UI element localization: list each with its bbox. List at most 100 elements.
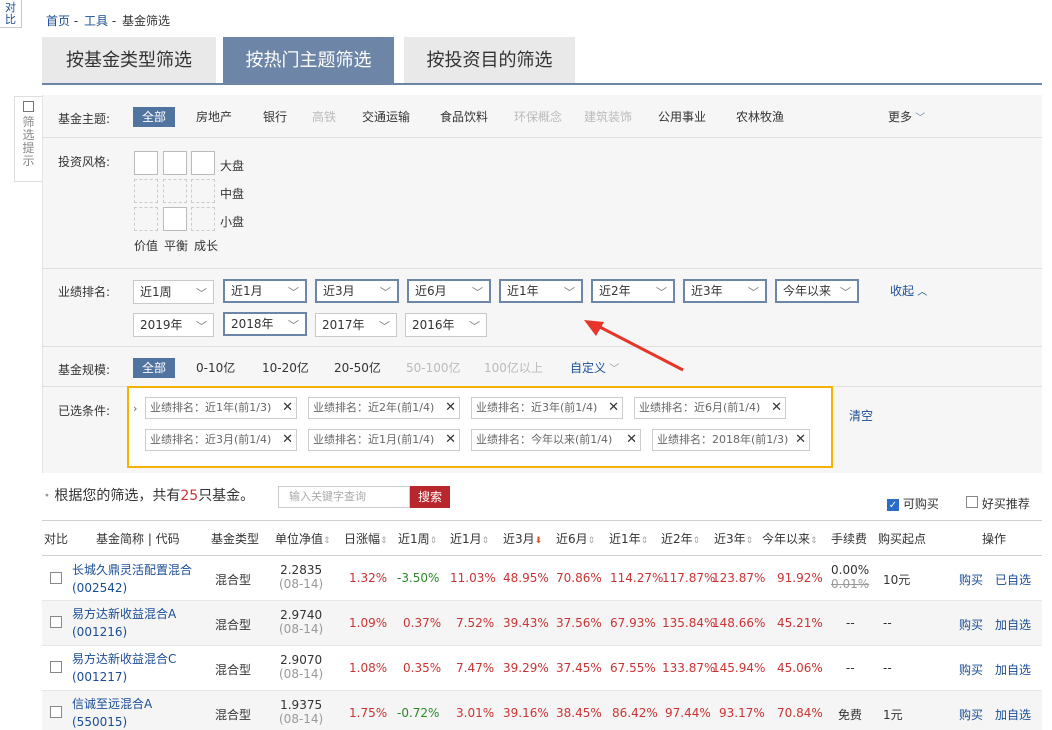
watchlist-link[interactable]: 加自选 bbox=[995, 616, 1031, 633]
theme-more-button[interactable]: 更多 ﹀ bbox=[888, 107, 925, 127]
checkbox-checked-icon[interactable]: ✓ bbox=[887, 499, 899, 511]
theme-option-utilities[interactable]: 公用事业 bbox=[658, 107, 706, 127]
tab-investment-goal[interactable]: 按投资目的筛选 bbox=[404, 37, 575, 84]
clear-conditions-link[interactable]: 清空 bbox=[849, 407, 873, 424]
theme-option-transport[interactable]: 交通运输 bbox=[362, 107, 410, 127]
fund-name[interactable]: 长城久鼎灵活配置混合 bbox=[72, 563, 192, 577]
fund-name-link[interactable]: 信诚至远混合A (550015) bbox=[72, 695, 192, 730]
year-select-2019[interactable]: 2019年 ﹀ bbox=[133, 313, 214, 337]
th-1w[interactable]: 近1周⇕ bbox=[398, 530, 437, 547]
theme-option-food-beverage[interactable]: 食品饮料 bbox=[440, 107, 488, 127]
year-select-2016[interactable]: 2016年 ﹀ bbox=[405, 313, 487, 337]
style-cell-balance-mid[interactable] bbox=[163, 179, 187, 203]
th-3y[interactable]: 近3年⇕ bbox=[714, 530, 753, 547]
theme-option-agriculture[interactable]: 农林牧渔 bbox=[736, 107, 784, 127]
style-cell-value-mid[interactable] bbox=[134, 179, 158, 203]
buy-link[interactable]: 购买 bbox=[959, 661, 983, 678]
buy-link[interactable]: 购买 bbox=[959, 706, 983, 723]
style-cell-growth-mid[interactable] bbox=[191, 179, 215, 203]
close-icon[interactable]: ✕ bbox=[282, 433, 293, 447]
rank-select-6m[interactable]: 近6月 ﹀ bbox=[407, 279, 491, 303]
buy-link[interactable]: 购买 bbox=[959, 616, 983, 633]
rank-select-3y[interactable]: 近3年 ﹀ bbox=[683, 279, 767, 303]
th-1m[interactable]: 近1月⇕ bbox=[450, 530, 489, 547]
can-buy-filter[interactable]: ✓ 可购买 bbox=[887, 495, 939, 512]
style-cell-balance-small[interactable] bbox=[163, 207, 187, 231]
breadcrumb-home[interactable]: 首页 bbox=[46, 14, 70, 28]
search-input[interactable]: 输入关键字查询 bbox=[278, 486, 410, 508]
year-select-2018[interactable]: 2018年 ﹀ bbox=[223, 312, 307, 336]
watchlist-link[interactable]: 加自选 bbox=[995, 706, 1031, 723]
rank-collapse-button[interactable]: 收起 ︿ bbox=[890, 281, 927, 301]
rank-select-ytd[interactable]: 今年以来 ﹀ bbox=[775, 279, 859, 303]
scale-option-100plus[interactable]: 100亿以上 bbox=[484, 358, 543, 378]
th-nav[interactable]: 单位净值⇕ bbox=[275, 530, 331, 547]
tab-hot-theme[interactable]: 按热门主题筛选 bbox=[223, 37, 394, 84]
filter-hint-checkbox[interactable] bbox=[23, 101, 34, 112]
style-cell-value-large[interactable] bbox=[134, 151, 158, 175]
close-icon[interactable]: ✕ bbox=[445, 401, 456, 415]
rank-select-1w[interactable]: 近1周 ﹀ bbox=[133, 280, 214, 304]
close-icon[interactable]: ✕ bbox=[626, 433, 637, 447]
theme-option-highspeed-rail[interactable]: 高铁 bbox=[312, 107, 336, 127]
condition-tag-label: 业绩排名：2018年(前1/3) bbox=[657, 433, 789, 446]
sort-icon: ⇕ bbox=[380, 536, 388, 546]
close-icon[interactable]: ✕ bbox=[795, 433, 806, 447]
rank-select-2y[interactable]: 近2年 ﹀ bbox=[591, 279, 675, 303]
scale-option-10-20[interactable]: 10-20亿 bbox=[262, 358, 309, 378]
rank-select-1m[interactable]: 近1月 ﹀ bbox=[223, 279, 307, 303]
th-2y[interactable]: 近2年⇕ bbox=[661, 530, 700, 547]
rank-select-3m[interactable]: 近3月 ﹀ bbox=[315, 279, 399, 303]
cell-1y: 67.55% bbox=[610, 661, 656, 675]
cell-3y: 123.87% bbox=[712, 571, 766, 585]
watchlist-link[interactable]: 已自选 bbox=[995, 571, 1031, 588]
theme-option-environmental[interactable]: 环保概念 bbox=[514, 107, 562, 127]
compare-checkbox[interactable] bbox=[50, 616, 62, 628]
th-3m[interactable]: 近3月⬇ bbox=[503, 530, 542, 547]
theme-option-construction[interactable]: 建筑装饰 bbox=[584, 107, 632, 127]
rank-select-1y[interactable]: 近1年 ﹀ bbox=[499, 279, 583, 303]
buy-link[interactable]: 购买 bbox=[959, 571, 983, 588]
scale-custom-button[interactable]: 自定义 ﹀ bbox=[570, 358, 619, 378]
fund-name-link[interactable]: 长城久鼎灵活配置混合 (002542) bbox=[72, 561, 192, 597]
recommend-filter[interactable]: 好买推荐 bbox=[966, 495, 1030, 512]
fund-name[interactable]: 易方达新收益混合A bbox=[72, 607, 176, 621]
fund-name[interactable]: 易方达新收益混合C bbox=[72, 652, 176, 666]
style-cell-growth-large[interactable] bbox=[191, 151, 215, 175]
year-select-2017[interactable]: 2017年 ﹀ bbox=[315, 313, 397, 337]
th-ytd[interactable]: 今年以来⇕ bbox=[762, 530, 818, 547]
scale-option-20-50[interactable]: 20-50亿 bbox=[334, 358, 381, 378]
checkbox-icon[interactable] bbox=[966, 496, 978, 508]
compare-checkbox[interactable] bbox=[50, 572, 62, 584]
scale-option-0-10[interactable]: 0-10亿 bbox=[196, 358, 235, 378]
compare-side-tab[interactable]: 对比 bbox=[0, 0, 22, 28]
compare-checkbox[interactable] bbox=[50, 706, 62, 718]
style-cell-balance-large[interactable] bbox=[163, 151, 187, 175]
search-button[interactable]: 搜索 bbox=[410, 486, 450, 508]
theme-option-realestate[interactable]: 房地产 bbox=[196, 107, 232, 127]
style-cell-value-small[interactable] bbox=[134, 207, 158, 231]
theme-option-all[interactable]: 全部 bbox=[133, 107, 176, 127]
filter-hint-toggle[interactable]: 筛选提示 bbox=[14, 96, 42, 182]
fund-code: (001217) bbox=[72, 670, 128, 684]
theme-option-bank[interactable]: 银行 bbox=[263, 107, 287, 127]
close-icon[interactable]: ✕ bbox=[771, 401, 782, 415]
compare-checkbox[interactable] bbox=[50, 661, 62, 673]
sort-icon: ⇕ bbox=[323, 536, 331, 546]
scale-option-all[interactable]: 全部 bbox=[133, 358, 176, 378]
th-day[interactable]: 日涨幅⇕ bbox=[344, 530, 388, 547]
breadcrumb-tools[interactable]: 工具 bbox=[84, 14, 108, 28]
scale-option-50-100[interactable]: 50-100亿 bbox=[406, 358, 461, 378]
close-icon[interactable]: ✕ bbox=[282, 401, 293, 415]
close-icon[interactable]: ✕ bbox=[608, 401, 619, 415]
style-cell-growth-small[interactable] bbox=[191, 207, 215, 231]
th-1y[interactable]: 近1年⇕ bbox=[609, 530, 648, 547]
condition-tag: 业绩排名：2018年(前1/3) ✕ bbox=[652, 429, 810, 451]
watchlist-link[interactable]: 加自选 bbox=[995, 661, 1031, 678]
tab-fund-type[interactable]: 按基金类型筛选 bbox=[42, 37, 216, 84]
fund-name-link[interactable]: 易方达新收益混合C (001217) bbox=[72, 650, 192, 686]
th-6m[interactable]: 近6月⇕ bbox=[556, 530, 595, 547]
fund-name-link[interactable]: 易方达新收益混合A (001216) bbox=[72, 605, 192, 641]
fund-name[interactable]: 信诚至远混合A bbox=[72, 697, 152, 711]
close-icon[interactable]: ✕ bbox=[445, 433, 456, 447]
